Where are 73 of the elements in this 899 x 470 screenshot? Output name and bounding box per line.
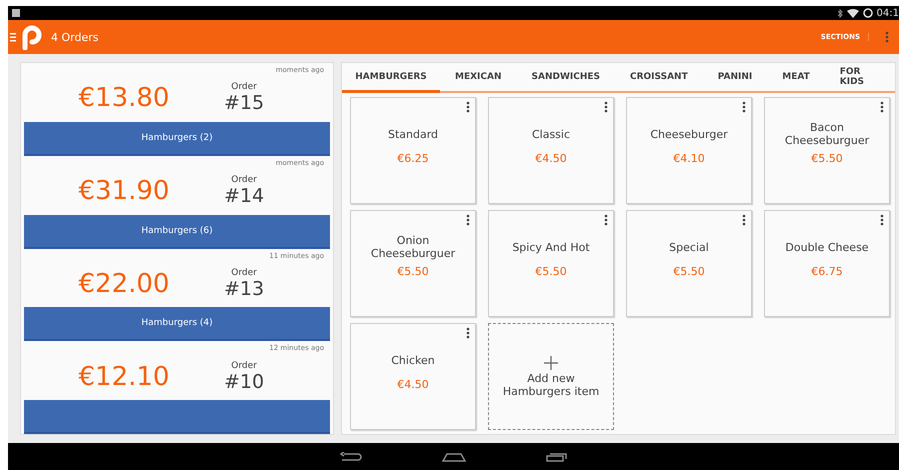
category-tab[interactable]: PANINI [702,63,768,93]
product-name: Cheeseburger [649,126,729,142]
more-options-icon[interactable] [880,214,884,226]
product-card[interactable]: Special €5.50 [626,210,752,317]
product-name: Onion Cheeseburguer [370,233,456,261]
order-total: €12.10 [78,362,170,392]
product-card[interactable]: Onion Cheeseburguer €5.50 [350,210,476,317]
order-label: Order [231,82,257,92]
product-card[interactable]: Double Cheese €6.75 [764,210,890,317]
product-price: €6.25 [397,152,429,165]
order-number: #10 [224,370,264,393]
more-options-icon[interactable] [604,214,608,226]
product-name: Classic [530,126,572,142]
order-total: €22.00 [78,268,170,299]
product-price: €5.50 [811,152,843,165]
product-price: €4.50 [535,152,567,165]
order-number: #14 [224,185,264,208]
more-options-icon[interactable] [742,101,746,113]
product-card[interactable]: Bacon Cheeseburguer €5.50 [764,97,890,204]
category-tab[interactable]: MEAT [767,63,825,93]
more-options-icon[interactable] [466,214,470,226]
order-category-bar[interactable]: Hamburgers (6) [24,214,330,248]
wifi-icon [846,8,859,18]
product-name: Special [668,240,710,256]
recent-apps-icon[interactable] [546,452,568,462]
product-price: €6.75 [811,265,843,278]
bluetooth-icon [838,8,843,18]
order-category-bar[interactable]: Hamburgers (4) [24,307,330,342]
product-name: Bacon Cheeseburguer [784,120,870,148]
app-logo [21,24,43,50]
product-card[interactable]: Standard €6.25 [350,97,476,204]
plus-icon [544,356,558,370]
order-label: Order [231,360,257,371]
home-icon[interactable] [442,452,466,462]
more-options-icon[interactable] [466,327,470,339]
product-card[interactable]: Classic €4.50 [488,97,614,204]
category-tab[interactable]: FOR KIDS [824,63,895,93]
battery-icon [862,8,873,18]
overflow-menu-icon[interactable] [885,31,889,43]
order-label: Order [231,175,257,186]
order-total: €13.80 [78,83,170,114]
more-options-icon[interactable] [604,101,608,113]
app-title: 4 Orders [51,30,98,44]
product-price: €5.50 [397,265,429,278]
order-number: #13 [224,278,264,300]
notification-icon [12,9,20,17]
more-options-icon[interactable] [880,101,884,113]
product-card[interactable]: Cheeseburger €4.10 [626,97,752,204]
order-label: Order [231,268,257,278]
more-options-icon[interactable] [466,101,470,113]
category-tab[interactable]: MEXICAN [440,63,516,93]
order-number: #15 [224,92,264,114]
category-tab[interactable]: SANDWICHES [516,63,615,93]
more-options-icon[interactable] [742,214,746,226]
product-card[interactable]: Spicy And Hot €5.50 [488,210,614,317]
category-tab[interactable]: HAMBURGERS [342,63,440,93]
product-card[interactable]: Chicken €4.50 [350,323,476,430]
add-item-card[interactable]: Add new Hamburgers item [488,323,614,430]
product-name: Spicy And Hot [511,240,591,256]
status-time: 04:1 [876,8,899,18]
add-item-label: Add new Hamburgers item [502,370,600,398]
product-name: Double Cheese [784,240,870,256]
product-price: €5.50 [673,265,705,278]
order-total: €31.90 [78,176,170,206]
product-price: €4.50 [397,378,429,391]
category-tab[interactable]: CROISSANT [615,63,703,93]
product-name: Chicken [390,352,436,368]
menu-icon[interactable] [10,32,16,42]
product-price: €5.50 [535,265,567,278]
product-name: Standard [386,126,440,142]
product-price: €4.10 [673,152,705,165]
back-icon[interactable] [340,452,362,462]
order-category-bar[interactable]: Hamburgers (2) [24,122,330,156]
